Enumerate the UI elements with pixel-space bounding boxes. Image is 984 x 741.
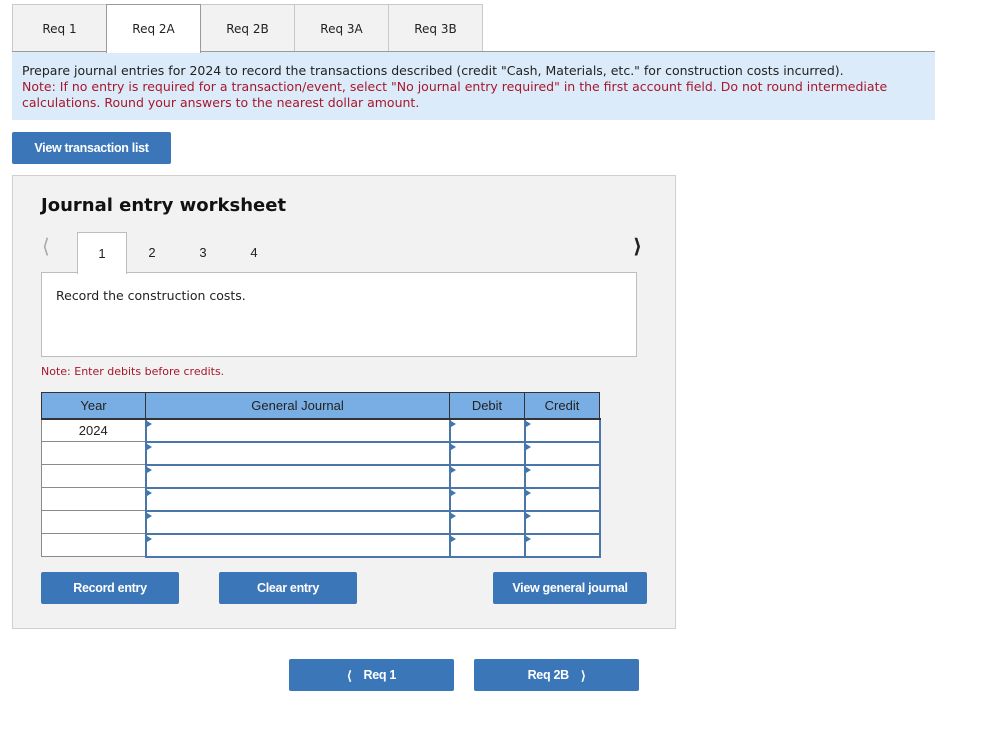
record-entry-button[interactable]: Record entry: [41, 572, 179, 604]
account-select[interactable]: [144, 486, 451, 512]
tab-req-2a[interactable]: Req 2A: [106, 4, 201, 53]
entry-description: Record the construction costs.: [41, 272, 637, 357]
table-row: 2024: [41, 417, 601, 443]
debit-input[interactable]: [448, 532, 526, 558]
credit-input[interactable]: [523, 509, 601, 535]
worksheet-title: Journal entry worksheet: [41, 195, 287, 216]
account-select[interactable]: [144, 463, 451, 489]
entry-tab-2[interactable]: 2: [127, 232, 177, 273]
next-req-label: Req 2B: [527, 668, 570, 682]
table-row: [41, 463, 601, 489]
account-select[interactable]: [144, 532, 451, 558]
header-credit: Credit: [524, 392, 600, 420]
journal-entry-worksheet: Journal entry worksheet ⟨ 1 2 3 4 ⟩ Reco…: [12, 175, 676, 629]
table-row: [41, 486, 601, 512]
credit-input[interactable]: [523, 532, 601, 558]
requirement-tabs: Req 1 Req 2A Req 2B Req 3A Req 3B: [12, 4, 483, 53]
general-journal-table: Year General Journal Debit Credit 2024: [41, 392, 601, 558]
year-cell: [41, 464, 146, 488]
instructions-panel: Prepare journal entries for 2024 to reco…: [12, 52, 935, 120]
credit-input[interactable]: [523, 440, 601, 466]
year-cell: [41, 510, 146, 534]
credit-input[interactable]: [523, 463, 601, 489]
prev-req-label: Req 1: [363, 668, 397, 682]
header-year: Year: [41, 392, 146, 420]
table-header-row: Year General Journal Debit Credit: [41, 392, 600, 420]
table-row: [41, 532, 601, 558]
header-debit: Debit: [449, 392, 525, 420]
entry-tab-3[interactable]: 3: [178, 232, 228, 273]
year-cell: 2024: [41, 418, 146, 442]
year-cell: [41, 487, 146, 511]
tab-req-3b[interactable]: Req 3B: [388, 4, 483, 52]
year-cell: [41, 533, 146, 557]
view-transaction-list-button[interactable]: View transaction list: [12, 132, 171, 164]
tab-req-3a[interactable]: Req 3A: [294, 4, 389, 52]
entry-tab-1[interactable]: 1: [77, 232, 127, 274]
debit-input[interactable]: [448, 509, 526, 535]
chevron-right-icon[interactable]: ⟩: [633, 234, 642, 258]
debit-input[interactable]: [448, 417, 526, 443]
credit-input[interactable]: [523, 486, 601, 512]
chevron-left-icon: ⟨: [346, 668, 352, 683]
account-select[interactable]: [144, 440, 451, 466]
entry-description-text: Record the construction costs.: [56, 288, 246, 303]
table-row: [41, 509, 601, 535]
header-general-journal: General Journal: [145, 392, 450, 420]
debits-note: Note: Enter debits before credits.: [41, 365, 225, 378]
entry-tab-4[interactable]: 4: [229, 232, 279, 273]
credit-input[interactable]: [523, 417, 601, 443]
account-select[interactable]: [144, 509, 451, 535]
view-general-journal-button[interactable]: View general journal: [493, 572, 647, 604]
year-cell: [41, 441, 146, 465]
instructions-text: Prepare journal entries for 2024 to reco…: [22, 63, 844, 78]
debit-input[interactable]: [448, 486, 526, 512]
chevron-left-icon[interactable]: ⟨: [42, 234, 50, 258]
debit-input[interactable]: [448, 463, 526, 489]
account-select[interactable]: [144, 417, 451, 443]
instructions-note: Note: If no entry is required for a tran…: [22, 79, 888, 110]
chevron-right-icon: ⟩: [580, 668, 586, 683]
next-req-button[interactable]: Req 2B ⟩: [474, 659, 639, 691]
prev-req-button[interactable]: ⟨ Req 1: [289, 659, 454, 691]
clear-entry-button[interactable]: Clear entry: [219, 572, 357, 604]
debit-input[interactable]: [448, 440, 526, 466]
table-row: [41, 440, 601, 466]
tab-req-1[interactable]: Req 1: [12, 4, 107, 52]
tab-req-2b[interactable]: Req 2B: [200, 4, 295, 52]
